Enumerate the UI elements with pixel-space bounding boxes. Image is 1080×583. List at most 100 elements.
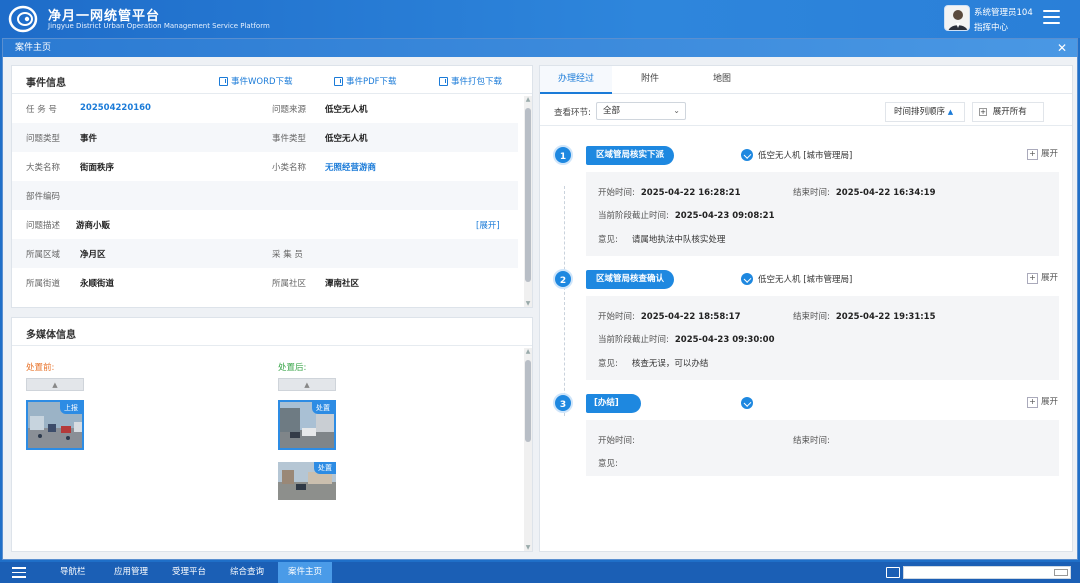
- download-icon: [439, 76, 448, 86]
- taskbar-menu-icon[interactable]: [12, 567, 26, 578]
- info-value: 低空无人机: [325, 134, 368, 144]
- opinion: 意见: 请属地执法中队核实处理: [598, 235, 726, 245]
- taskbar-item-query[interactable]: 综合查询: [220, 562, 274, 583]
- tab-attachments[interactable]: 附件: [620, 66, 680, 94]
- scrollbar-thumb[interactable]: [525, 108, 531, 282]
- case-window: 案件主页 ✕ 事件信息 事件WORD下载 事件PDF下载 事件打包下载 任 务 …: [2, 38, 1078, 560]
- info-value: 永顺街道: [80, 279, 115, 289]
- info-value: 低空无人机: [325, 105, 368, 115]
- info-row: 大类名称 街面秩序 小类名称 无照经营游商: [12, 152, 518, 181]
- info-label: 采 集 员: [272, 250, 303, 260]
- keyboard-icon[interactable]: [1054, 569, 1068, 576]
- scroll-down-icon[interactable]: ▼: [524, 300, 532, 307]
- document-icon: [334, 76, 343, 86]
- info-row: 任 务 号 202504220160 问题来源 低空无人机: [12, 94, 518, 123]
- scroll-up-icon[interactable]: ▲: [524, 348, 532, 356]
- scroll-down-icon[interactable]: ▼: [524, 544, 532, 551]
- description-expand-link[interactable]: [展开]: [476, 219, 500, 231]
- info-value: 街面秩序: [80, 163, 115, 173]
- taskbar-search-input[interactable]: [903, 566, 1071, 579]
- before-label: 处置前:: [26, 363, 55, 373]
- start-time: 开始时间: 2025-04-22 18:58:17: [598, 312, 741, 322]
- tab-map[interactable]: 地图: [692, 66, 752, 94]
- taskbar-item-apps[interactable]: 应用管理: [104, 562, 158, 583]
- after-photo-thumbnail[interactable]: 处置: [278, 462, 336, 500]
- info-label: 大类名称: [26, 163, 61, 173]
- user-check-icon: [741, 149, 753, 161]
- after-photo-thumbnail[interactable]: 处置: [278, 400, 336, 450]
- app-header: 净月一网统管平台 Jingyue District Urban Operatio…: [0, 0, 1080, 38]
- opinion: 意见:: [598, 459, 618, 469]
- end-time: 结束时间:: [793, 436, 830, 446]
- info-label: 所属区域: [26, 250, 61, 260]
- media-scrollbar[interactable]: ▲ ▼: [524, 348, 532, 551]
- task-number[interactable]: 202504220160: [80, 103, 151, 113]
- info-label: 问题描述: [26, 221, 61, 231]
- start-time: 开始时间:: [598, 436, 635, 446]
- step-handler: 低空无人机 [城市管理局]: [741, 149, 852, 161]
- process-tag: 处置: [312, 402, 334, 414]
- sort-order-button[interactable]: 时间排列顺序 ▲: [885, 102, 965, 122]
- event-info-scrollbar[interactable]: ▲ ▼: [524, 96, 532, 307]
- info-label: 问题来源: [272, 105, 307, 115]
- step-name: [办结]: [586, 394, 641, 413]
- start-time: 开始时间: 2025-04-22 16:28:21: [598, 188, 741, 198]
- info-label: 问题类型: [26, 134, 61, 144]
- step-number: 3: [553, 393, 573, 413]
- step-expand-button[interactable]: 展开: [1027, 271, 1058, 284]
- info-value: 潭南社区: [325, 279, 360, 289]
- step-expand-button[interactable]: 展开: [1027, 147, 1058, 160]
- event-info-panel: 事件信息 事件WORD下载 事件PDF下载 事件打包下载 任 务 号 20250…: [11, 65, 533, 308]
- info-row: 问题描述 游商小贩 [展开]: [12, 210, 518, 239]
- event-info-title: 事件信息: [26, 78, 66, 89]
- timeline-connector: [564, 186, 565, 416]
- user-avatar[interactable]: [944, 5, 970, 31]
- user-name[interactable]: 系统管理员104: [974, 6, 1033, 18]
- hamburger-menu-icon[interactable]: [1043, 10, 1060, 24]
- monitor-icon[interactable]: [886, 567, 900, 578]
- process-panel: 办理经过 附件 地图 查看环节: 全部 ⌄ 时间排列顺序 ▲ + 展开所有 1 …: [539, 65, 1073, 552]
- after-scroll-up-icon[interactable]: ▲: [278, 378, 336, 391]
- step-number: 1: [553, 145, 573, 165]
- download-package-button[interactable]: 事件打包下载: [439, 75, 502, 87]
- download-word-button[interactable]: 事件WORD下载: [219, 75, 293, 87]
- download-pdf-button[interactable]: 事件PDF下载: [334, 75, 397, 87]
- step-handler: 低空无人机 [城市管理局]: [741, 273, 852, 285]
- before-scroll-up-icon[interactable]: ▲: [26, 378, 84, 391]
- step-detail: 开始时间: 2025-04-22 18:58:17 结束时间: 2025-04-22…: [586, 296, 1059, 380]
- window-title-bar: 案件主页 ✕: [3, 39, 1077, 57]
- step-handler: [741, 397, 758, 409]
- step-number: 2: [553, 269, 573, 289]
- step-detail: 开始时间: 2025-04-22 16:28:21 结束时间: 2025-04-22…: [586, 172, 1059, 256]
- media-panel: 多媒体信息 处置前: 处置后: ▲ ▲ 上报 处置 处置 ▲ ▼: [11, 317, 533, 552]
- info-label: 部件编码: [26, 192, 61, 202]
- plus-icon: +: [979, 108, 987, 116]
- event-info-header: 事件信息 事件WORD下载 事件PDF下载 事件打包下载: [12, 66, 532, 94]
- tab-process[interactable]: 办理经过: [540, 66, 612, 94]
- opinion: 意见: 核查无误，可以办结: [598, 359, 709, 369]
- close-icon[interactable]: ✕: [1057, 39, 1067, 57]
- taskbar-item-accept[interactable]: 受理平台: [162, 562, 216, 583]
- process-tag: 处置: [314, 462, 336, 474]
- scrollbar-thumb[interactable]: [525, 360, 531, 442]
- chevron-down-icon: ⌄: [673, 106, 680, 115]
- after-label: 处置后:: [278, 363, 307, 373]
- media-title: 多媒体信息: [26, 330, 76, 341]
- taskbar-item-case[interactable]: 案件主页: [278, 562, 333, 583]
- info-row: 所属区域 净月区 采 集 员: [12, 239, 518, 268]
- expand-all-button[interactable]: + 展开所有: [972, 102, 1044, 122]
- info-row: 部件编码: [12, 181, 518, 210]
- step-expand-button[interactable]: 展开: [1027, 395, 1058, 408]
- step-name: 区域管局核实下派: [586, 146, 675, 165]
- before-photo-thumbnail[interactable]: 上报: [26, 400, 84, 450]
- info-label: 所属街道: [26, 279, 61, 289]
- info-label: 任 务 号: [26, 105, 57, 115]
- info-value: 游商小贩: [76, 221, 111, 231]
- scroll-up-icon[interactable]: ▲: [524, 96, 532, 104]
- taskbar-item-nav[interactable]: 导航栏: [50, 562, 96, 583]
- info-value: 净月区: [80, 250, 106, 260]
- stage-filter-select[interactable]: 全部 ⌄: [596, 102, 686, 120]
- platform-logo-icon: [8, 5, 38, 33]
- end-time: 结束时间: 2025-04-22 19:31:15: [793, 312, 936, 322]
- sort-icon: ▲: [947, 108, 954, 116]
